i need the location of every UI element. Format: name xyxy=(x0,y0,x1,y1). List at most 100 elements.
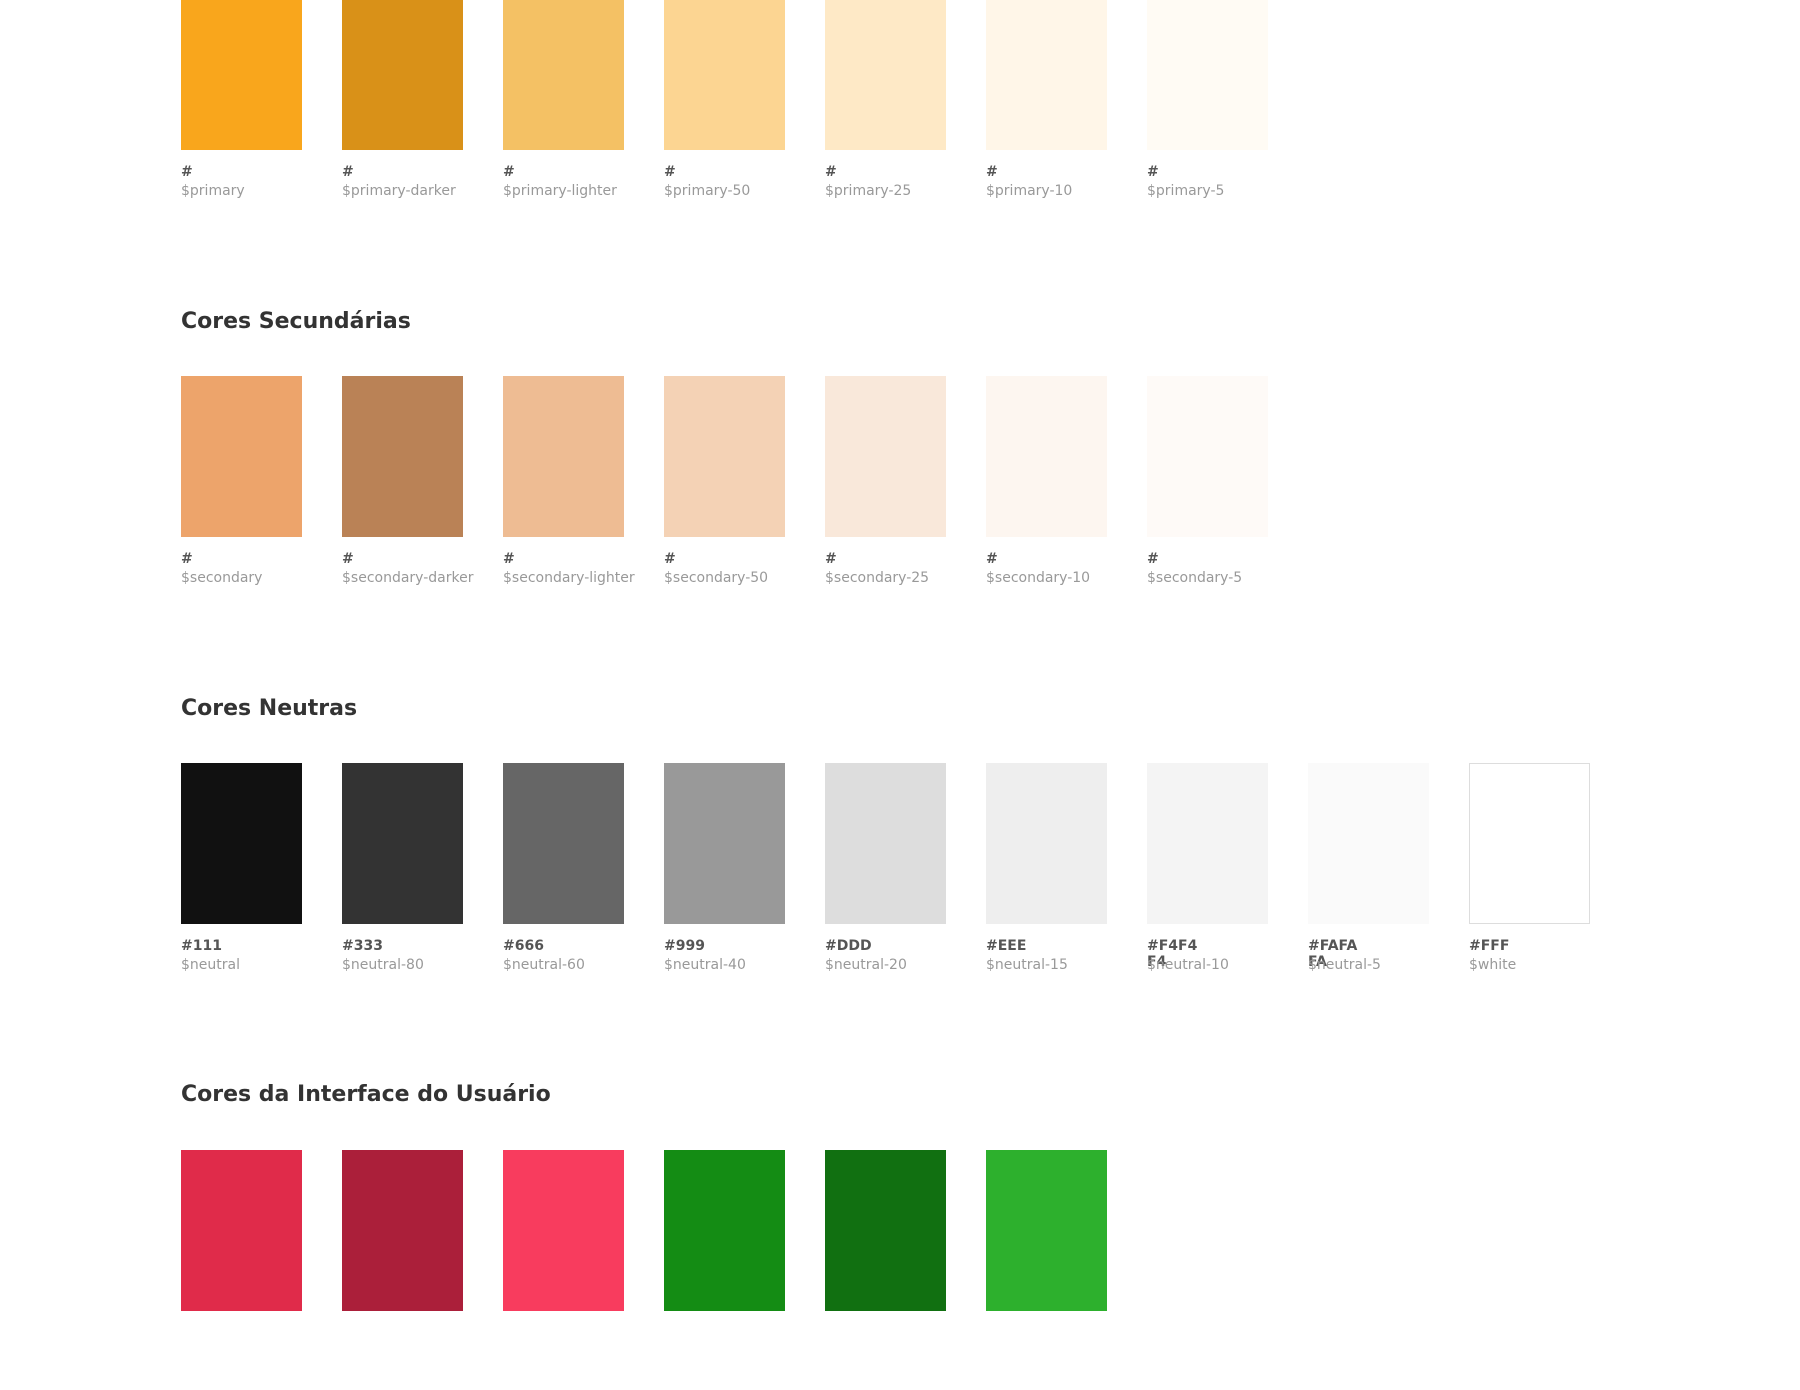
color-chip xyxy=(503,1150,624,1311)
color-hex-label: # xyxy=(503,551,515,567)
color-chip xyxy=(1147,763,1268,924)
color-swatch: #FAFAFA $neutral-5 xyxy=(1308,763,1453,973)
color-token-label: $secondary-10 xyxy=(986,570,1091,586)
color-hex-label: # xyxy=(664,164,676,180)
color-swatch: #F4F4F4 $neutral-10 xyxy=(1147,763,1292,973)
color-swatch: #EEE $neutral-15 xyxy=(986,763,1131,973)
color-swatch: #333 $neutral-80 xyxy=(342,763,487,973)
color-token-label: $primary-10 xyxy=(986,183,1073,199)
color-hex-label: # xyxy=(664,551,676,567)
color-swatch: # $secondary xyxy=(181,376,326,586)
color-chip xyxy=(664,376,785,537)
color-swatch: # $secondary-5 xyxy=(1147,376,1292,586)
color-chip xyxy=(342,0,463,150)
color-token-label: $primary-darker xyxy=(342,183,456,199)
color-hex-label: #111 xyxy=(181,938,222,954)
color-token-label: $primary-lighter xyxy=(503,183,617,199)
color-hex-label: #EEE xyxy=(986,938,1027,954)
color-token-label: $neutral-60 xyxy=(503,957,585,973)
color-swatch xyxy=(664,1150,809,1311)
color-swatch: # $secondary-10 xyxy=(986,376,1131,586)
color-hex-label: # xyxy=(503,164,515,180)
color-hex-label: # xyxy=(181,551,193,567)
color-token-label: $secondary-darker xyxy=(342,570,474,586)
color-chip xyxy=(825,763,946,924)
primary-swatch-row: # $primary # $primary-darker # $primary-light… xyxy=(181,0,1601,229)
color-swatch: # $primary xyxy=(181,0,326,199)
color-hex-label: # xyxy=(825,551,837,567)
neutral-colors-heading: Cores Neutras xyxy=(181,696,358,721)
color-swatch: # $primary-5 xyxy=(1147,0,1292,199)
color-chip xyxy=(181,1150,302,1311)
color-token-label: $primary-5 xyxy=(1147,183,1225,199)
color-chip xyxy=(1469,763,1590,924)
color-chip xyxy=(503,376,624,537)
color-swatch: # $primary-25 xyxy=(825,0,970,199)
color-chip xyxy=(503,763,624,924)
color-chip xyxy=(664,1150,785,1311)
neutral-swatch-row: #111 $neutral #333 $neutral-80 #666 $neutral-… xyxy=(181,763,1601,1003)
color-hex-label: #FFF xyxy=(1469,938,1510,954)
color-swatch xyxy=(825,1150,970,1311)
color-chip xyxy=(986,763,1107,924)
color-token-label: $secondary-5 xyxy=(1147,570,1243,586)
color-chip xyxy=(342,1150,463,1311)
color-chip xyxy=(986,376,1107,537)
color-token-label: $primary xyxy=(181,183,245,199)
color-chip xyxy=(503,0,624,150)
secondary-colors-heading: Cores Secundárias xyxy=(181,309,411,334)
color-chip xyxy=(1147,0,1268,150)
color-token-label: $secondary-25 xyxy=(825,570,930,586)
color-swatch: # $primary-darker xyxy=(342,0,487,199)
color-chip xyxy=(181,0,302,150)
color-hex-label: # xyxy=(342,164,354,180)
color-chip xyxy=(986,0,1107,150)
color-swatch xyxy=(986,1150,1131,1311)
color-swatch: # $secondary-darker xyxy=(342,376,487,586)
color-hex-label: #333 xyxy=(342,938,383,954)
color-hex-label: #666 xyxy=(503,938,544,954)
color-swatch xyxy=(503,1150,648,1311)
color-chip xyxy=(825,376,946,537)
color-hex-label: # xyxy=(986,164,998,180)
color-hex-label: #DDD xyxy=(825,938,872,954)
color-chip xyxy=(181,376,302,537)
color-token-label: $primary-25 xyxy=(825,183,912,199)
color-swatch xyxy=(181,1150,326,1311)
color-swatch: # $secondary-25 xyxy=(825,376,970,586)
color-hex-label: # xyxy=(986,551,998,567)
color-swatch: #DDD $neutral-20 xyxy=(825,763,970,973)
color-token-label: $neutral-10 xyxy=(1147,957,1229,973)
color-chip xyxy=(664,0,785,150)
color-token-label: $neutral-80 xyxy=(342,957,424,973)
color-chip xyxy=(1147,376,1268,537)
color-chip xyxy=(342,376,463,537)
color-chip xyxy=(825,1150,946,1311)
color-hex-label: # xyxy=(1147,164,1159,180)
color-token-label: $secondary xyxy=(181,570,263,586)
color-hex-label: # xyxy=(342,551,354,567)
color-token-label: $white xyxy=(1469,957,1517,973)
color-token-label: $primary-50 xyxy=(664,183,751,199)
color-token-label: $secondary-50 xyxy=(664,570,769,586)
color-hex-label: # xyxy=(181,164,193,180)
color-token-label: $secondary-lighter xyxy=(503,570,635,586)
color-palette-page: # $primary # $primary-darker # $primary-light… xyxy=(0,0,1800,1311)
color-hex-label: # xyxy=(825,164,837,180)
color-swatch xyxy=(342,1150,487,1311)
color-chip xyxy=(986,1150,1107,1311)
color-chip xyxy=(342,763,463,924)
color-swatch: # $secondary-50 xyxy=(664,376,809,586)
color-token-label: $neutral-40 xyxy=(664,957,746,973)
ui-swatch-row xyxy=(181,1150,1601,1390)
color-swatch: #FFF $white xyxy=(1469,763,1614,973)
color-swatch: #111 $neutral xyxy=(181,763,326,973)
color-hex-label: # xyxy=(1147,551,1159,567)
color-swatch: # $secondary-lighter xyxy=(503,376,648,586)
secondary-swatch-row: # $secondary # $secondary-darker # $secondary… xyxy=(181,376,1601,616)
color-swatch: # $primary-50 xyxy=(664,0,809,199)
color-swatch: #999 $neutral-40 xyxy=(664,763,809,973)
color-hex-label: #999 xyxy=(664,938,705,954)
color-chip xyxy=(825,0,946,150)
color-swatch: #666 $neutral-60 xyxy=(503,763,648,973)
